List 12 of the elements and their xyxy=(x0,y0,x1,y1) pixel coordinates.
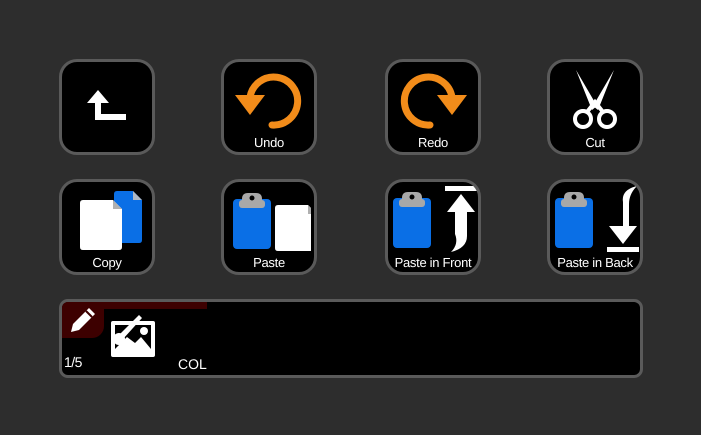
pencil-icon xyxy=(70,307,96,333)
undo-button[interactable]: Undo xyxy=(221,59,317,155)
page-counter: 1/5 xyxy=(64,353,82,372)
cut-button[interactable]: Cut xyxy=(547,59,643,155)
paste-in-front-button[interactable]: Paste in Front xyxy=(385,179,481,275)
paste-button[interactable]: Paste xyxy=(221,179,317,275)
back-button[interactable] xyxy=(59,59,155,155)
paste-in-back-button[interactable]: Paste in Back xyxy=(547,179,643,275)
pencil-tab[interactable] xyxy=(62,302,104,338)
copy-button[interactable]: Copy xyxy=(59,179,155,275)
layer-label: COL xyxy=(178,355,207,374)
redo-button[interactable]: Redo xyxy=(385,59,481,155)
